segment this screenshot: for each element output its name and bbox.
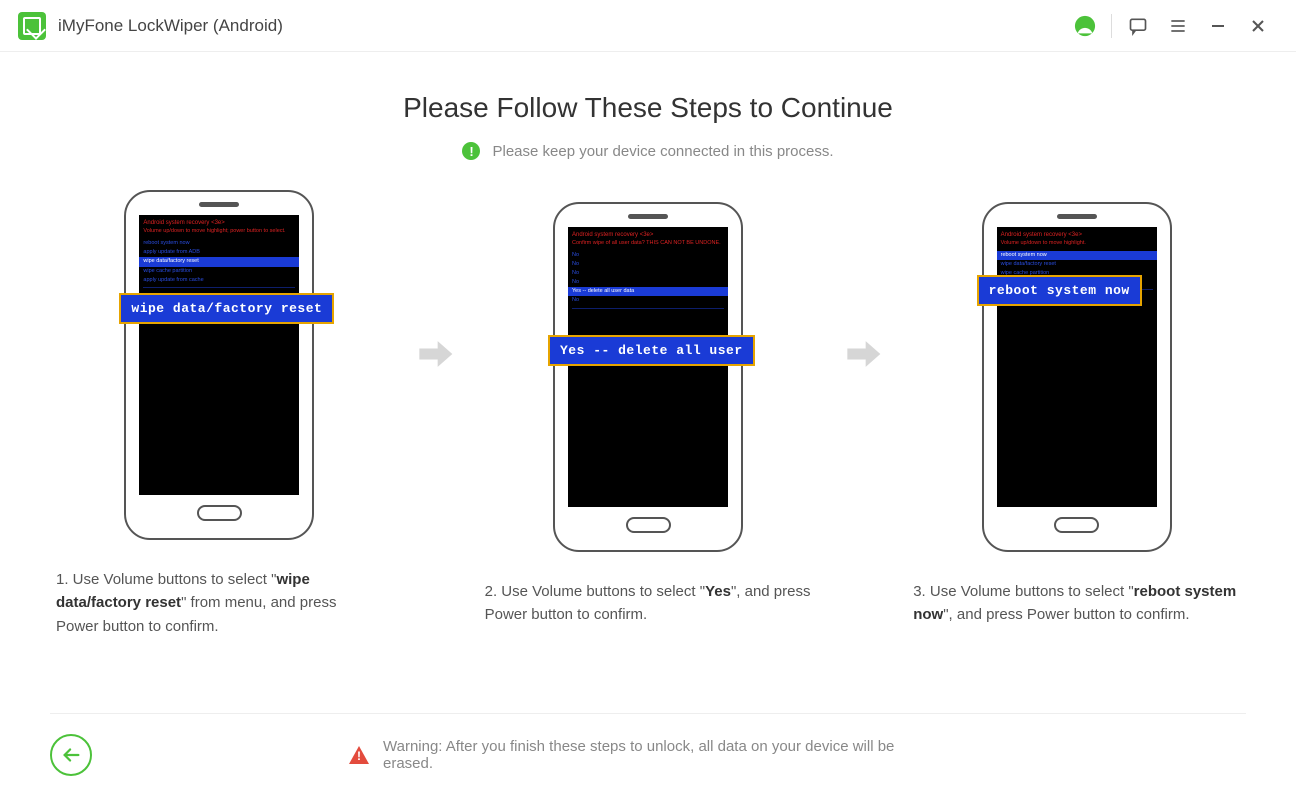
warning-row: Warning: After you finish these steps to… [349, 738, 947, 772]
recovery-menu-item: apply update from cache [139, 276, 299, 285]
recovery-menu-item: reboot system now [997, 251, 1157, 260]
home-button-icon [197, 505, 242, 521]
titlebar: iMyFone LockWiper (Android) [0, 0, 1296, 52]
warning-text: Warning: After you finish these steps to… [383, 738, 947, 772]
phone-illustration: Android system recovery <3e>Volume up/do… [982, 202, 1172, 552]
recovery-title: Android system recovery <3e> [568, 227, 728, 240]
recovery-menu-item: wipe cache partition [139, 267, 299, 276]
recovery-subtext: Volume up/down to move highlight. [997, 240, 1157, 251]
recovery-subtext: Volume up/down to move highlight; power … [139, 228, 299, 239]
subtitle-row: ! Please keep your device connected in t… [462, 142, 833, 160]
home-button-icon [626, 517, 671, 533]
step-caption: 3. Use Volume buttons to select "reboot … [907, 580, 1246, 627]
phone-screen: Android system recovery <3e>Volume up/do… [997, 227, 1157, 507]
app-logo-icon [18, 12, 46, 40]
step-column: Android system recovery <3e>Volume up/do… [50, 190, 389, 638]
arrow-icon [837, 332, 887, 376]
recovery-subtext: Confirm wipe of all user data? THIS CAN … [568, 240, 728, 251]
app-title: iMyFone LockWiper (Android) [58, 16, 283, 36]
warning-icon [349, 746, 369, 764]
subtitle-text: Please keep your device connected in thi… [492, 143, 833, 160]
step-caption-pre: 3. Use Volume buttons to select " [913, 583, 1133, 600]
recovery-menu-item: wipe data/factory reset [997, 260, 1157, 269]
step-caption-post: ", and press Power button to confirm. [943, 606, 1189, 623]
footer: Warning: After you finish these steps to… [50, 713, 1246, 800]
recovery-title: Android system recovery <3e> [997, 227, 1157, 240]
step-caption-pre: 2. Use Volume buttons to select " [485, 583, 705, 600]
feedback-icon[interactable] [1118, 6, 1158, 46]
recovery-menu-item: No [568, 260, 728, 269]
home-button-icon [1054, 517, 1099, 533]
recovery-menu-item: No [568, 296, 728, 305]
recovery-menu-item: No [568, 269, 728, 278]
phone-screen: Android system recovery <3e>Confirm wipe… [568, 227, 728, 507]
recovery-menu-item: apply update from ADB [139, 248, 299, 257]
step-caption: 1. Use Volume buttons to select "wipe da… [50, 568, 389, 638]
steps-row: Android system recovery <3e>Volume up/do… [50, 190, 1246, 638]
highlight-callout: reboot system now [977, 275, 1142, 306]
account-icon[interactable] [1065, 6, 1105, 46]
recovery-menu-item: No [568, 278, 728, 287]
phone-screen: Android system recovery <3e>Volume up/do… [139, 215, 299, 495]
highlight-callout: wipe data/factory reset [119, 293, 334, 324]
highlight-callout: Yes -- delete all user [548, 335, 755, 366]
recovery-menu-item: Yes -- delete all user data [568, 287, 728, 296]
info-icon: ! [462, 142, 480, 160]
recovery-menu-item: No [568, 251, 728, 260]
back-button[interactable] [50, 734, 92, 776]
step-caption-bold: Yes [705, 583, 731, 600]
menu-icon[interactable] [1158, 6, 1198, 46]
page-title: Please Follow These Steps to Continue [403, 92, 893, 124]
minimize-button[interactable] [1198, 6, 1238, 46]
recovery-title: Android system recovery <3e> [139, 215, 299, 228]
step-column: Android system recovery <3e>Volume up/do… [907, 202, 1246, 627]
arrow-icon [409, 332, 459, 376]
recovery-menu-item: wipe data/factory reset [139, 257, 299, 266]
step-caption-pre: 1. Use Volume buttons to select " [56, 571, 276, 588]
step-caption: 2. Use Volume buttons to select "Yes", a… [479, 580, 818, 627]
main-content: Please Follow These Steps to Continue ! … [0, 52, 1296, 713]
step-column: Android system recovery <3e>Confirm wipe… [479, 202, 818, 627]
close-button[interactable] [1238, 6, 1278, 46]
recovery-menu-item: reboot system now [139, 239, 299, 248]
phone-illustration: Android system recovery <3e>Volume up/do… [124, 190, 314, 540]
separator [1111, 14, 1112, 38]
phone-illustration: Android system recovery <3e>Confirm wipe… [553, 202, 743, 552]
